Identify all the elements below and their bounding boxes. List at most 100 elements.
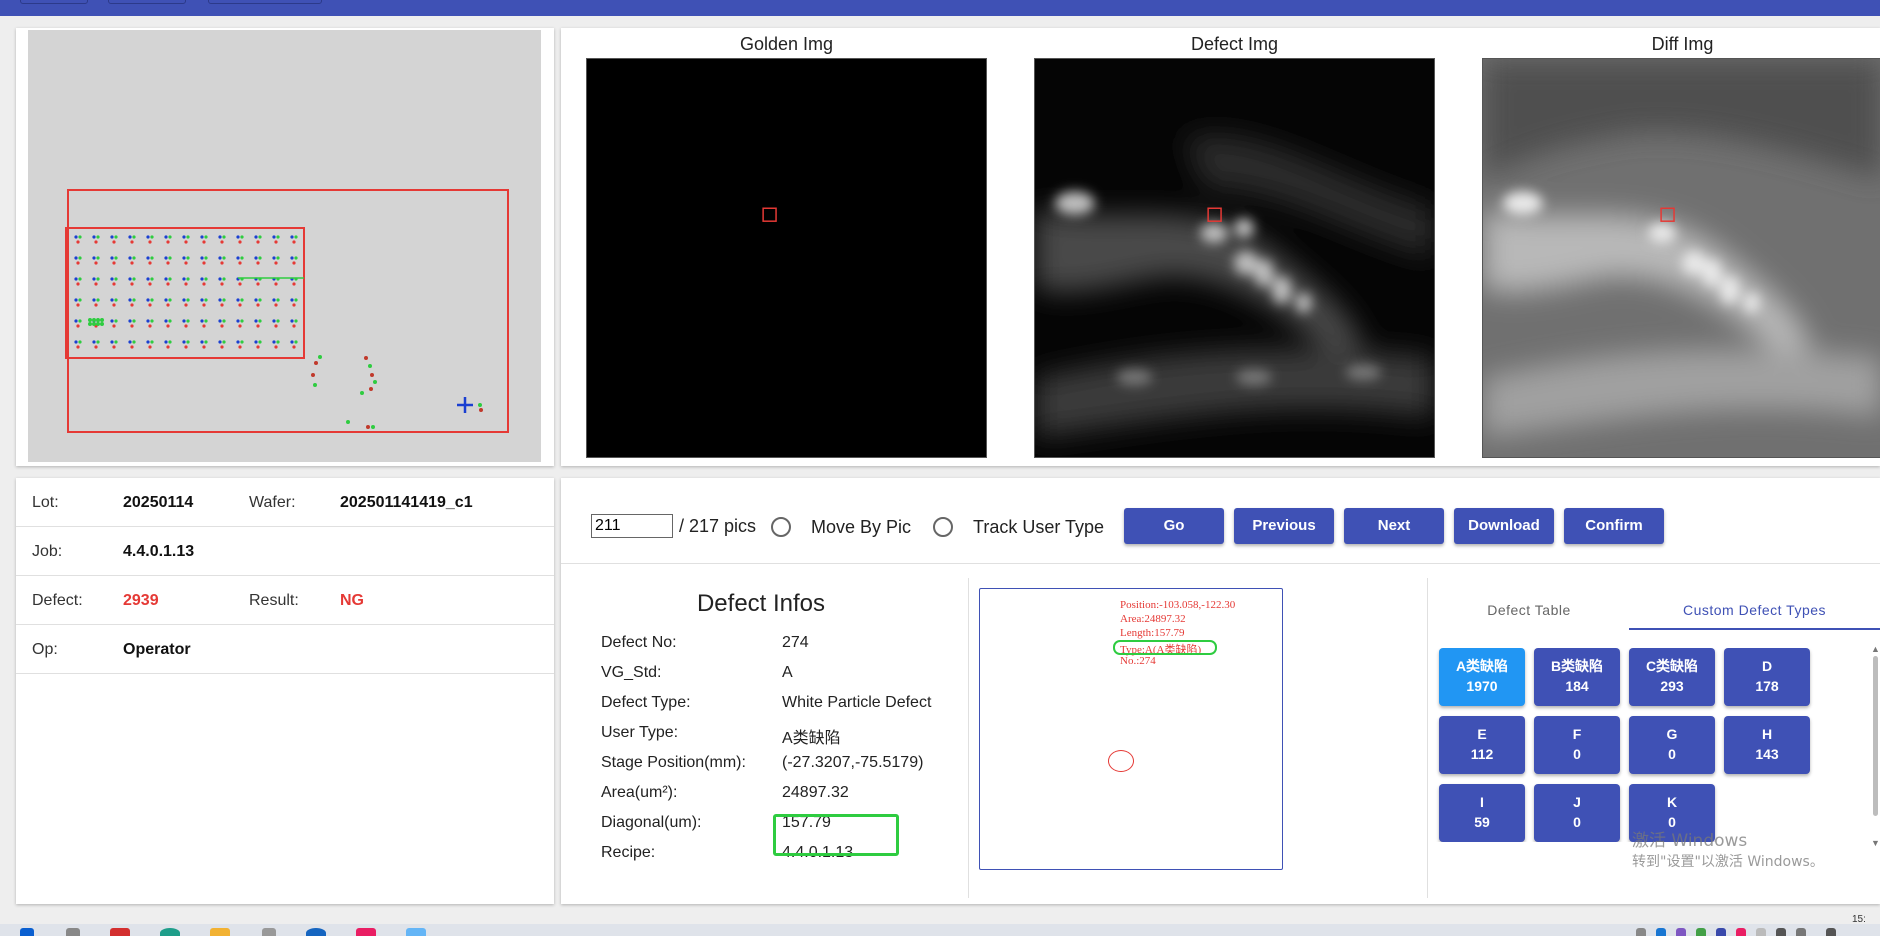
die-mark bbox=[110, 298, 114, 302]
user-type-label: User Type: bbox=[601, 724, 679, 741]
die-mark bbox=[146, 319, 150, 323]
die-mark bbox=[130, 303, 134, 307]
previous-button[interactable]: Previous bbox=[1234, 508, 1334, 544]
tray-icon[interactable] bbox=[1716, 928, 1726, 936]
die-mark bbox=[166, 240, 170, 244]
track-user-type-radio[interactable] bbox=[933, 517, 953, 537]
die-mark bbox=[76, 282, 80, 286]
diff-image[interactable] bbox=[1482, 58, 1880, 458]
die-mark bbox=[92, 277, 96, 281]
die-mark bbox=[290, 235, 294, 239]
go-button[interactable]: Go bbox=[1124, 508, 1224, 544]
pic-total-label: / 217 pics bbox=[679, 516, 757, 536]
annotation-type-highlight bbox=[1113, 640, 1217, 655]
defect-image[interactable] bbox=[1034, 58, 1435, 458]
die-mark bbox=[148, 240, 152, 244]
folder-icon[interactable] bbox=[210, 928, 230, 936]
tab-defect-table[interactable]: Defect Table bbox=[1429, 590, 1629, 630]
die-mark bbox=[184, 303, 188, 307]
app-icon[interactable] bbox=[356, 928, 376, 936]
defect-type-tile-e[interactable]: E 112 bbox=[1439, 716, 1525, 774]
die-mark bbox=[186, 298, 190, 302]
defect-type-tile-g[interactable]: G0 bbox=[1629, 716, 1715, 774]
wafer-map[interactable] bbox=[28, 30, 541, 462]
tray-icon[interactable] bbox=[1736, 928, 1746, 936]
volume-icon[interactable] bbox=[1826, 928, 1836, 936]
die-mark bbox=[254, 298, 258, 302]
defect-type-tile-f[interactable]: F0 bbox=[1534, 716, 1620, 774]
scroll-thumb[interactable] bbox=[1873, 656, 1878, 816]
app-icon[interactable] bbox=[262, 928, 276, 936]
browser-icon[interactable] bbox=[160, 928, 180, 936]
die-mark bbox=[258, 340, 262, 344]
defect-type-tile-c[interactable]: C类缺陷 293 bbox=[1629, 648, 1715, 706]
app-bar-button-1[interactable] bbox=[20, 0, 88, 4]
tray-icon[interactable] bbox=[1636, 928, 1646, 936]
next-button[interactable]: Next bbox=[1344, 508, 1444, 544]
die-mark bbox=[186, 277, 190, 281]
tile-name: D bbox=[1761, 658, 1773, 674]
app-icon[interactable] bbox=[110, 928, 130, 936]
die-mark bbox=[254, 319, 258, 323]
defect-info-row: Defect Type: White Particle Defect bbox=[601, 694, 961, 716]
defect-type-tile-j[interactable]: J0 bbox=[1534, 784, 1620, 842]
scroll-down-icon[interactable]: ▼ bbox=[1871, 838, 1880, 848]
die-mark bbox=[76, 240, 80, 244]
die-mark bbox=[292, 261, 296, 265]
defect-annotation-image[interactable]: Position:-103.058,-122.30 Area:24897.32 … bbox=[979, 588, 1283, 870]
die-mark bbox=[128, 340, 132, 344]
app-bar-button-3[interactable] bbox=[208, 0, 322, 4]
die-mark bbox=[96, 256, 100, 260]
app-icon[interactable] bbox=[306, 928, 326, 936]
app-icon[interactable] bbox=[406, 928, 426, 936]
die-mark bbox=[150, 277, 154, 281]
tile-count: 293 bbox=[1660, 678, 1684, 694]
defect-type-tile-h[interactable]: H 143 bbox=[1724, 716, 1810, 774]
defect-type-tile-a[interactable]: A类缺陷 1970 bbox=[1439, 648, 1525, 706]
tile-name: J bbox=[1573, 794, 1581, 810]
die-mark bbox=[186, 340, 190, 344]
start-icon[interactable] bbox=[20, 928, 34, 936]
tray-icon[interactable] bbox=[1796, 928, 1806, 936]
tray-icon[interactable] bbox=[1776, 928, 1786, 936]
tray-icon[interactable] bbox=[1756, 928, 1766, 936]
taskbar-clock[interactable]: 15: bbox=[1852, 914, 1866, 925]
pic-index-input[interactable] bbox=[591, 514, 673, 538]
tray-icon[interactable] bbox=[1696, 928, 1706, 936]
search-icon[interactable] bbox=[66, 928, 80, 936]
download-button[interactable]: Download bbox=[1454, 508, 1554, 544]
die-mark bbox=[292, 303, 296, 307]
tile-name: I bbox=[1480, 794, 1484, 810]
die-mark bbox=[150, 256, 154, 260]
tile-name: E bbox=[1477, 726, 1487, 742]
app-bar-button-2[interactable] bbox=[108, 0, 186, 4]
die-mark bbox=[184, 324, 188, 328]
diff-image-title: Diff Img bbox=[1651, 34, 1714, 54]
defect-type-tile-b[interactable]: B类缺陷 184 bbox=[1534, 648, 1620, 706]
die-mark bbox=[236, 235, 240, 239]
die-mark bbox=[92, 340, 96, 344]
die-mark bbox=[94, 282, 98, 286]
job-value: 4.4.0.1.13 bbox=[123, 543, 195, 560]
lot-label: Lot: bbox=[32, 494, 59, 511]
tray-icon[interactable] bbox=[1676, 928, 1686, 936]
die-mark bbox=[166, 324, 170, 328]
golden-image[interactable] bbox=[586, 58, 987, 458]
die-mark bbox=[112, 345, 116, 349]
tray-icon[interactable] bbox=[1656, 928, 1666, 936]
move-by-pic-radio[interactable] bbox=[771, 517, 791, 537]
die-mark bbox=[88, 322, 92, 326]
scroll-up-icon[interactable]: ▲ bbox=[1871, 644, 1880, 654]
wafer-map-canvas bbox=[65, 189, 509, 433]
confirm-button[interactable]: Confirm bbox=[1564, 508, 1664, 544]
defect-type-tile-i[interactable]: I 59 bbox=[1439, 784, 1525, 842]
die-mark bbox=[204, 256, 208, 260]
die-mark bbox=[112, 324, 116, 328]
tab-custom-defect-types[interactable]: Custom Defect Types bbox=[1629, 590, 1880, 630]
die-mark bbox=[96, 235, 100, 239]
tiles-scrollbar[interactable]: ▲ ▼ bbox=[1871, 644, 1880, 850]
defect-type-tile-d[interactable]: D 178 bbox=[1724, 648, 1810, 706]
tile-name: K bbox=[1666, 794, 1678, 810]
defect-image-title: Defect Img bbox=[1190, 34, 1279, 54]
die-mark bbox=[110, 256, 114, 260]
